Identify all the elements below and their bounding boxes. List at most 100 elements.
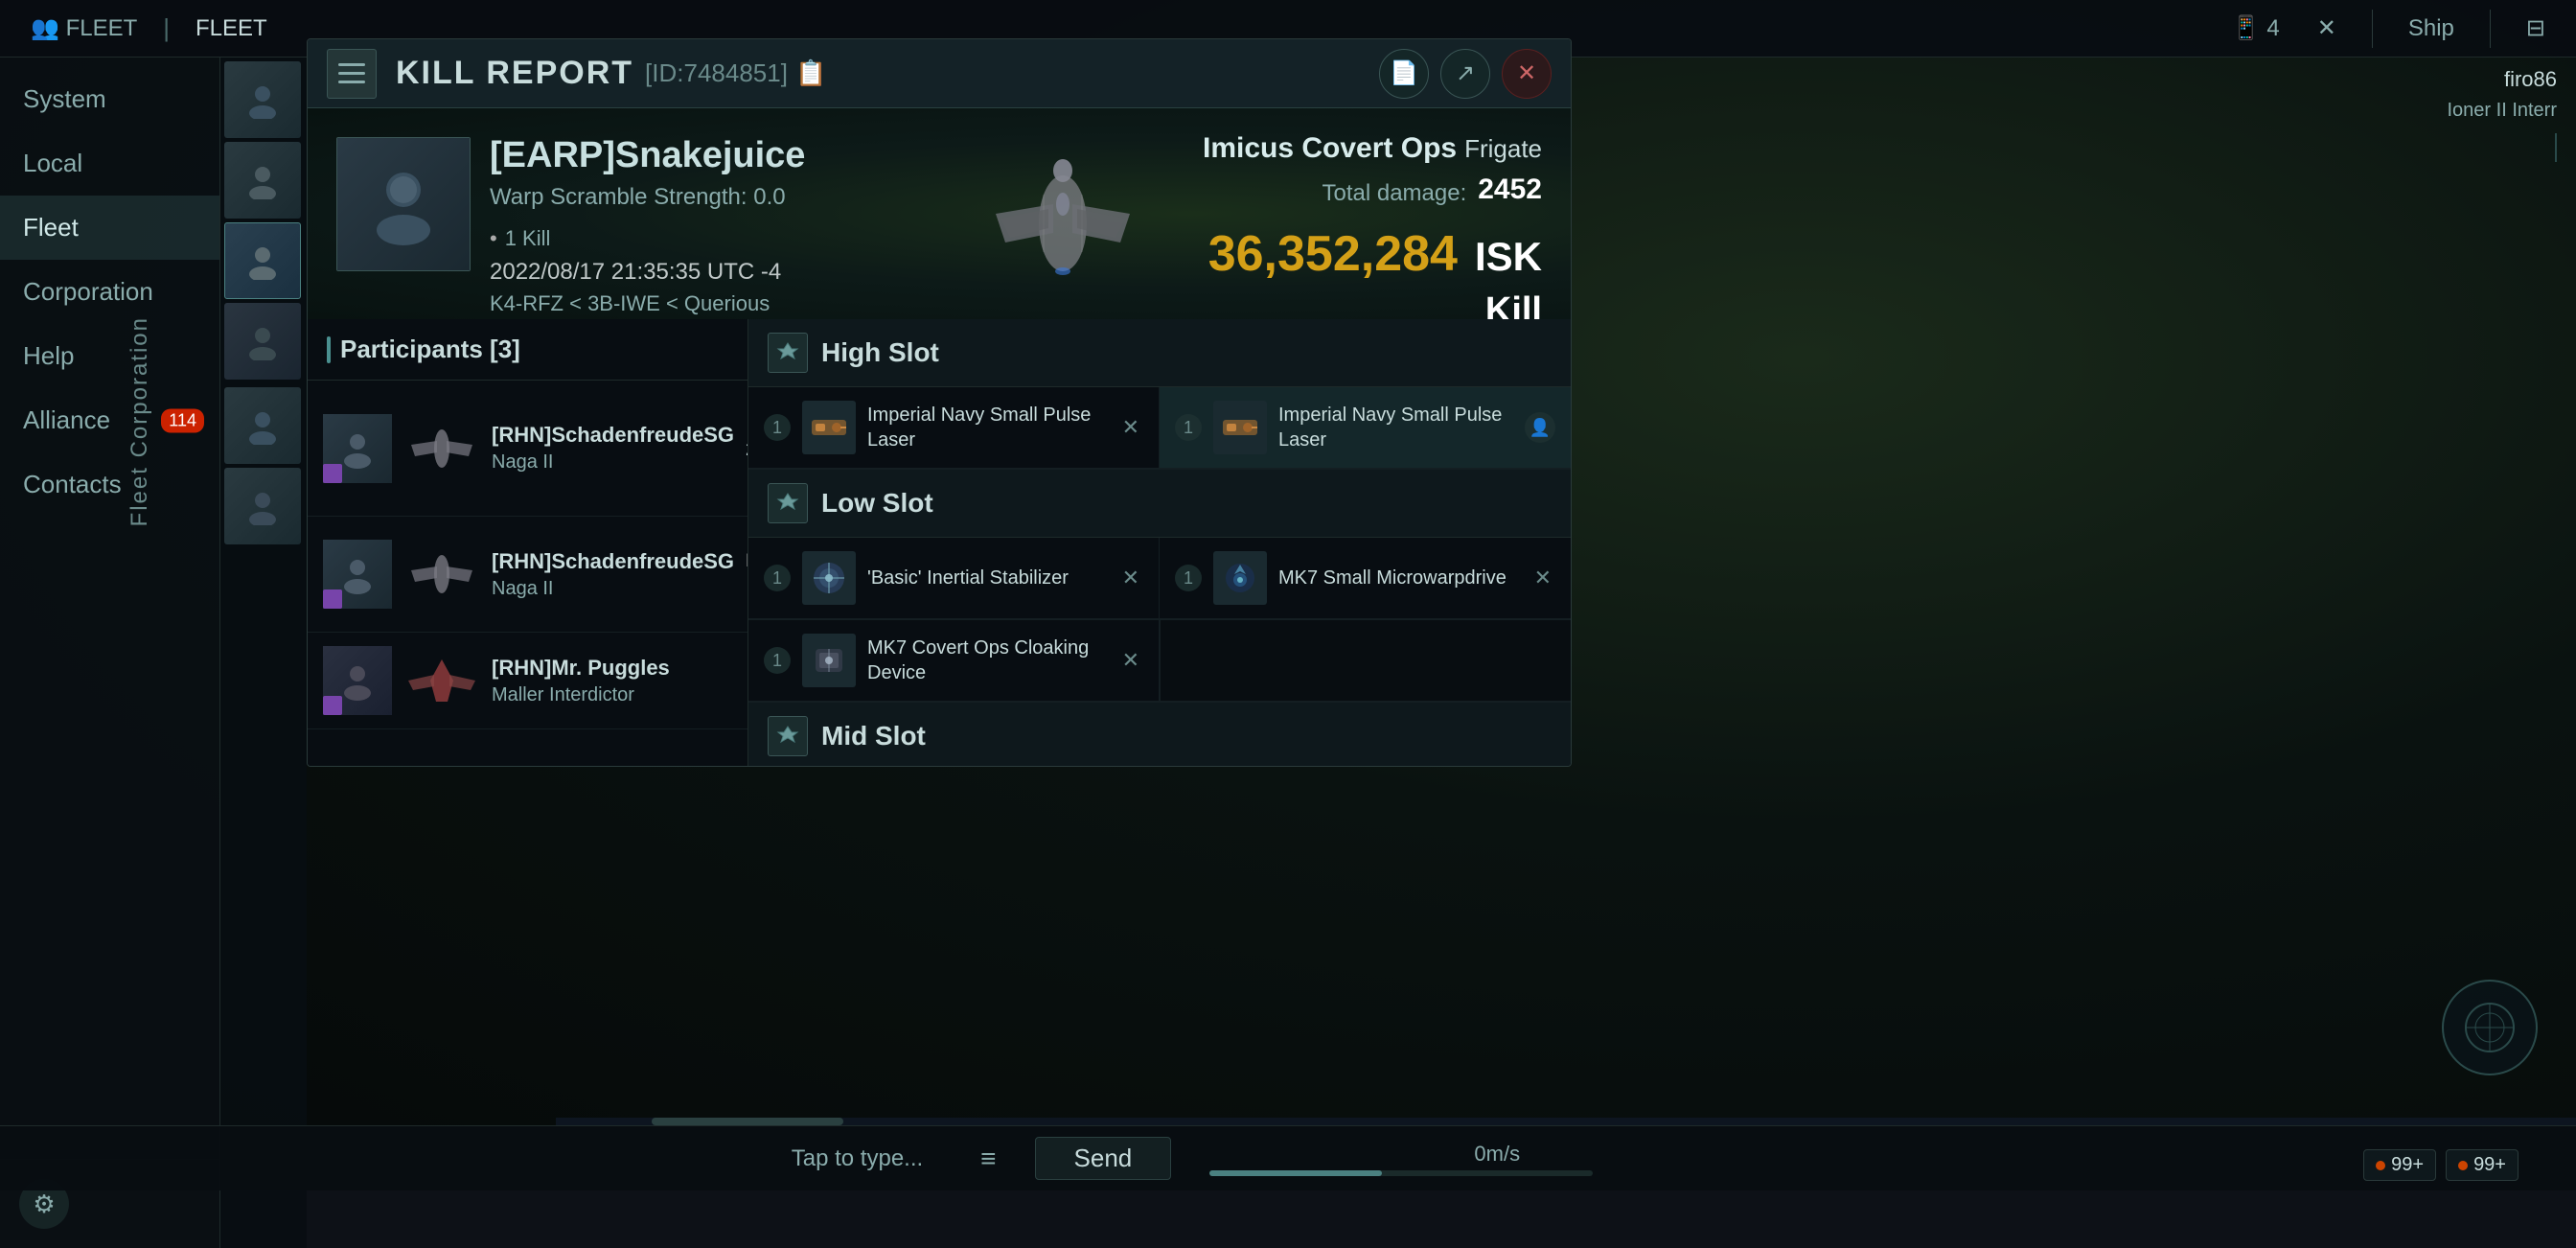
panel-menu-button[interactable] (327, 49, 377, 99)
input-area-label: Tap to type... (772, 1145, 942, 1172)
badge-2[interactable]: 99+ (2446, 1149, 2518, 1181)
participant-name-2: [RHN]SchadenfreudeSG (492, 549, 734, 574)
section-bar (327, 336, 331, 363)
menu-line-2 (338, 72, 365, 75)
participant-ship-3: Maller Interdictor (492, 684, 721, 706)
copy-button[interactable]: 📄 (1379, 49, 1429, 99)
menu-icon[interactable]: ≡ (961, 1144, 1015, 1174)
module-info: 'Basic' Inertial Stabilizer (867, 566, 1107, 590)
user-thumb-3[interactable] (224, 222, 301, 299)
slot-close-btn[interactable]: ✕ (1118, 562, 1143, 594)
right-circle-decoration (2442, 980, 2538, 1075)
slots-column: High Slot 1 Imperial Navy (748, 319, 1571, 766)
slot-number: 1 (764, 565, 791, 591)
ship-tab[interactable]: Ship (2397, 11, 2466, 47)
slot-close-btn-right[interactable]: ✕ (1530, 562, 1555, 594)
sidebar-item-local[interactable]: Local (0, 131, 219, 196)
filter-icon[interactable]: ⊟ (2515, 10, 2557, 47)
ship-thumb-2 (403, 550, 480, 598)
window-count[interactable]: 📱 4 (2220, 10, 2291, 47)
slot-item[interactable]: 1 Imperial Navy Small Pulse Laser ✕ (748, 387, 1160, 469)
user-thumb-4[interactable] (224, 303, 301, 380)
ship-thumb-1 (403, 425, 480, 473)
slot-number: 1 (1175, 414, 1202, 441)
kill-type: Kill (1203, 290, 1542, 319)
role-badge-3 (323, 696, 342, 715)
participants-title: Participants [3] (340, 335, 520, 364)
close-top-btn[interactable]: ✕ (2306, 10, 2348, 47)
role-badge-1 (323, 464, 342, 483)
sidebar-item-help[interactable]: Help (0, 324, 219, 388)
close-panel-button[interactable]: ✕ (1502, 49, 1552, 99)
badge-1[interactable]: 99+ (2363, 1149, 2436, 1181)
module-icon (802, 634, 856, 687)
low-slot-grid-2: 1 MK7 Covert Ops Cloaking Device ✕ (748, 620, 1571, 703)
high-slot-icon (768, 333, 808, 373)
dot (2376, 1161, 2385, 1170)
ship-name: Imicus Covert Ops (1203, 132, 1457, 165)
sidebar-item-corporation[interactable]: Corporation (0, 260, 219, 324)
mid-slot-title: Mid Slot (821, 721, 926, 751)
module-icon-right (1213, 551, 1267, 605)
compass-svg (2461, 999, 2518, 1056)
participant-portrait-1 (323, 414, 392, 483)
module-icon (802, 551, 856, 605)
slot-close-btn[interactable]: ✕ (1118, 644, 1143, 677)
mid-slot-header: Mid Slot (748, 703, 1571, 766)
sidebar-item-contacts[interactable]: Contacts (0, 452, 219, 517)
high-slot-grid: 1 Imperial Navy Small Pulse Laser ✕ (748, 387, 1571, 470)
empty-slot (1160, 620, 1571, 702)
sidebar: System Local Fleet Corporation Help Alli… (0, 58, 220, 1248)
user-thumb-2[interactable] (224, 142, 301, 219)
sidebar-item-system[interactable]: System (0, 67, 219, 131)
high-slot-title: High Slot (821, 337, 939, 368)
module-name: MK7 Covert Ops Cloaking Device (867, 636, 1107, 685)
ship-svg (967, 137, 1159, 310)
total-damage-value: 2452 (1478, 173, 1542, 206)
scroll-thumb[interactable] (652, 1118, 843, 1125)
ship-info-label: Ioner II Interr (2448, 100, 2558, 122)
victim-portrait (336, 137, 471, 271)
participant-portrait-2 (323, 540, 392, 609)
module-icon-right (1213, 401, 1267, 454)
alliance-badge: 114 (161, 408, 204, 432)
menu-line-3 (338, 81, 365, 83)
slot-item-right[interactable]: 1 MK7 Small Microwarpdrive ✕ (1160, 538, 1571, 619)
participant-row[interactable]: [RHN]SchadenfreudeSG Naga II Final Blow … (308, 381, 748, 517)
user-thumb-5[interactable] (224, 387, 301, 464)
export-button[interactable]: ↗ (1440, 49, 1490, 99)
sidebar-item-alliance[interactable]: Alliance 114 (0, 388, 219, 452)
slot-close-btn[interactable]: ✕ (1118, 411, 1143, 444)
sidebar-item-fleet[interactable]: Fleet (0, 196, 219, 260)
participant-row[interactable]: [RHN]SchadenfreudeSG Naga II Top Damage … (308, 517, 748, 633)
participant-info-2: [RHN]SchadenfreudeSG Naga II (492, 549, 734, 600)
participant-portrait-3 (323, 646, 392, 715)
slot-item[interactable]: 1 MK7 Covert Ops Cloaking Device ✕ (748, 620, 1160, 702)
fleet-corp-label: Fleet Corporation (126, 316, 153, 526)
copy-icon[interactable]: 📋 (795, 58, 826, 88)
sidebar-nav: System Local Fleet Corporation Help Alli… (0, 58, 219, 1159)
dot (2458, 1161, 2468, 1170)
user-thumb-6[interactable] (224, 468, 301, 544)
low-slot-title: Low Slot (821, 488, 933, 519)
participant-name-3: [RHN]Mr. Puggles (492, 656, 721, 681)
bottom-badges: 99+ 99+ (2363, 1149, 2518, 1181)
user-thumb-1[interactable] (224, 61, 301, 138)
divider (2555, 133, 2557, 162)
send-button[interactable]: Send (1035, 1137, 1172, 1180)
panel-actions: 📄 ↗ ✕ (1379, 49, 1552, 99)
slot-item-highlighted[interactable]: 1 Imperial Navy Small Pulse Laser 👤 (1160, 387, 1571, 469)
mid-slot-icon (768, 716, 808, 756)
pilot-indicator: 👤 (1525, 412, 1555, 443)
fleet-tab[interactable]: FLEET (184, 11, 279, 47)
slot-item[interactable]: 1 'Basic' Inertial Stabilizer ✕ (748, 538, 1160, 619)
participant-info-1: [RHN]SchadenfreudeSG Naga II (492, 423, 734, 474)
ship-class: Frigate (1464, 134, 1542, 164)
fleet-count-tab[interactable]: 👥 FLEET (19, 10, 149, 47)
isk-value: 36,352,284 (1208, 225, 1458, 283)
kill-stats: Imicus Covert Ops Frigate Total damage: … (1203, 132, 1542, 319)
module-info: MK7 Covert Ops Cloaking Device (867, 636, 1107, 685)
right-info-panel: firo86 Ioner II Interr (2448, 67, 2558, 166)
menu-line-1 (338, 63, 365, 66)
participant-row[interactable]: [RHN]Mr. Puggles Maller Interdictor (308, 633, 748, 729)
